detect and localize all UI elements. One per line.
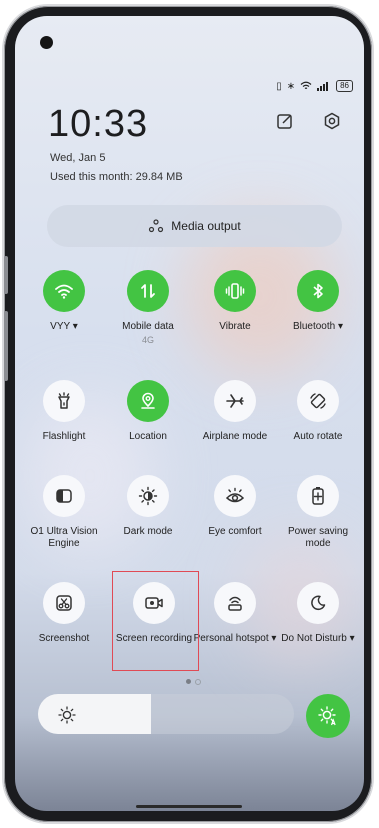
tile-label: Auto rotate (293, 431, 343, 442)
rotate-icon (297, 380, 339, 422)
tile-vibrate[interactable]: Vibrate (193, 270, 277, 333)
tile-label: O1 Ultra Vision Engine (30, 526, 98, 549)
status-bar: ▯ ∗ 86 (276, 80, 353, 92)
media-output-button[interactable]: Media output (47, 205, 342, 247)
volume-up-button (4, 256, 8, 294)
battery-saver-icon (297, 475, 339, 517)
tile-label: Eye comfort (208, 526, 262, 537)
tile-bluetooth[interactable]: Bluetooth ▾ (276, 270, 360, 333)
battery-icon: 86 (336, 80, 353, 92)
dropdown-caret-icon[interactable]: ▾ (350, 633, 355, 644)
auto-brightness-button[interactable] (306, 694, 350, 738)
brightness-sun-icon (58, 706, 76, 724)
auto-brightness-icon (318, 706, 336, 726)
front-camera (40, 36, 53, 49)
data-usage: Used this month: 29.84 MB (50, 171, 183, 183)
tile-label: Dark mode (123, 526, 173, 537)
clock-time: 10:33 (48, 103, 149, 145)
hotspot-icon (214, 582, 256, 624)
dark-mode-icon (127, 475, 169, 517)
tile-label: Do Not Disturb (281, 633, 347, 644)
vibrate-status-icon: ▯ (276, 80, 282, 92)
tile-label: Power saving mode (287, 526, 349, 549)
vibrate-icon (214, 270, 256, 312)
tile-auto-rotate[interactable]: Auto rotate (276, 380, 360, 443)
tile-label: Screenshot (38, 633, 90, 644)
eye-icon (214, 475, 256, 517)
tile-label: Flashlight (42, 431, 86, 442)
tile-flashlight[interactable]: Flashlight (22, 380, 106, 443)
wifi-status-icon (300, 81, 312, 90)
tile-eye-comfort[interactable]: Eye comfort (193, 475, 277, 538)
tile-power-saving[interactable]: Power saving mode (276, 475, 360, 550)
tile-location[interactable]: Location (106, 380, 190, 443)
tile-screenshot[interactable]: Screenshot (22, 582, 106, 645)
tile-label: Vibrate (219, 321, 251, 332)
brightness-fill (38, 694, 151, 734)
tile-label: Bluetooth (292, 321, 336, 332)
moon-icon (297, 582, 339, 624)
page-dot-active (186, 679, 191, 684)
tile-airplane-mode[interactable]: Airplane mode (193, 380, 277, 443)
tile-vision-engine[interactable]: O1 Ultra Vision Engine (22, 475, 106, 550)
tile-label: Personal hotspot (193, 633, 269, 644)
mobile-data-icon (127, 270, 169, 312)
settings-gear-icon[interactable] (323, 112, 341, 130)
location-icon (127, 380, 169, 422)
flashlight-icon (43, 380, 85, 422)
selection-highlight-box (112, 571, 199, 671)
brightness-slider[interactable] (38, 694, 294, 734)
screenshot-icon (43, 582, 85, 624)
home-indicator[interactable] (136, 805, 242, 808)
vision-engine-icon (43, 475, 85, 517)
signal-icon (317, 82, 329, 91)
bluetooth-status-icon: ∗ (286, 80, 296, 92)
media-output-icon (149, 219, 164, 233)
tile-dark-mode[interactable]: Dark mode (106, 475, 190, 538)
tile-label: VYY (50, 321, 71, 332)
tile-label: Airplane mode (202, 431, 268, 442)
tile-label: Mobile data (122, 321, 174, 332)
bluetooth-icon (297, 270, 339, 312)
tile-sublabel: 4G (141, 335, 154, 345)
tile-personal-hotspot[interactable]: Personal hotspot ▾ (193, 582, 277, 645)
page-indicator (186, 679, 201, 685)
dropdown-caret-icon[interactable]: ▾ (73, 321, 78, 332)
airplane-icon (214, 380, 256, 422)
media-output-label: Media output (171, 219, 241, 233)
clock-date: Wed, Jan 5 (50, 152, 106, 164)
dropdown-caret-icon[interactable]: ▾ (338, 321, 343, 332)
edit-icon[interactable] (276, 112, 294, 130)
page-dot (195, 679, 201, 685)
wifi-icon (43, 270, 85, 312)
tile-mobile-data[interactable]: Mobile data 4G (106, 270, 190, 345)
tile-wifi[interactable]: VYY ▾ (22, 270, 106, 333)
tile-do-not-disturb[interactable]: Do Not Disturb ▾ (276, 582, 360, 645)
volume-down-button (4, 311, 8, 381)
tile-label: Location (129, 431, 167, 442)
